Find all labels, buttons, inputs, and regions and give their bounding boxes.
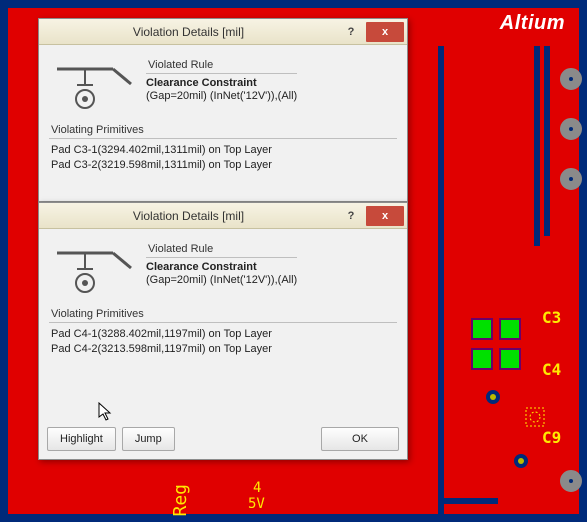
violation-details-dialog: Violation Details [mil] ? x Violated Rul… bbox=[38, 18, 408, 202]
rule-expression: (Gap=20mil) (InNet('12V')),(All) bbox=[146, 274, 297, 286]
dialog-title: Violation Details [mil] bbox=[39, 25, 338, 39]
pcb-smd-pad bbox=[471, 348, 493, 370]
primitive-item[interactable]: Pad C3-1(3294.402mil,1311mil) on Top Lay… bbox=[51, 143, 395, 158]
refdes-label: C3 bbox=[542, 308, 561, 327]
pcb-pad-hole bbox=[560, 470, 582, 492]
pcb-smd-pad bbox=[499, 318, 521, 340]
pcb-pad-hole bbox=[560, 68, 582, 90]
drc-marker-icon bbox=[524, 406, 546, 428]
pcb-trace bbox=[534, 46, 540, 246]
close-button[interactable]: x bbox=[366, 22, 404, 42]
rule-name: Clearance Constraint bbox=[146, 261, 297, 273]
rule-name: Clearance Constraint bbox=[146, 77, 297, 89]
pcb-smd-pad bbox=[471, 318, 493, 340]
clearance-rule-icon bbox=[51, 59, 136, 114]
dialog-titlebar[interactable]: Violation Details [mil] ? x bbox=[39, 203, 407, 229]
section-heading: Violated Rule bbox=[146, 59, 297, 74]
dialog-title: Violation Details [mil] bbox=[39, 209, 338, 223]
pcb-smd-pad bbox=[499, 348, 521, 370]
section-heading: Violating Primitives bbox=[49, 124, 397, 139]
section-heading: Violated Rule bbox=[146, 243, 297, 258]
pcb-pad-hole bbox=[560, 118, 582, 140]
jump-button[interactable]: Jump bbox=[122, 427, 175, 451]
refdes-label: C4 bbox=[542, 360, 561, 379]
designator-text: Reg bbox=[170, 484, 191, 517]
primitive-item[interactable]: Pad C4-1(3288.402mil,1197mil) on Top Lay… bbox=[51, 327, 395, 342]
pcb-via bbox=[514, 454, 528, 468]
ok-button[interactable]: OK bbox=[321, 427, 399, 451]
section-heading: Violating Primitives bbox=[49, 308, 397, 323]
pcb-via bbox=[486, 390, 500, 404]
pcb-trace bbox=[544, 46, 550, 236]
clearance-rule-icon bbox=[51, 243, 136, 298]
rule-expression: (Gap=20mil) (InNet('12V')),(All) bbox=[146, 90, 297, 102]
pcb-trace bbox=[438, 46, 444, 516]
refdes-label: C9 bbox=[542, 428, 561, 447]
dialog-titlebar[interactable]: Violation Details [mil] ? x bbox=[39, 19, 407, 45]
net-label: 4 bbox=[253, 480, 261, 496]
violation-details-dialog: Violation Details [mil] ? x Violated Rul… bbox=[38, 202, 408, 460]
primitive-item[interactable]: Pad C3-2(3219.598mil,1311mil) on Top Lay… bbox=[51, 158, 395, 173]
net-label: 5V bbox=[248, 496, 265, 512]
pcb-trace bbox=[438, 498, 498, 504]
close-button[interactable]: x bbox=[366, 206, 404, 226]
help-button[interactable]: ? bbox=[338, 22, 364, 42]
primitive-item[interactable]: Pad C4-2(3213.598mil,1197mil) on Top Lay… bbox=[51, 342, 395, 357]
pcb-pad-hole bbox=[560, 168, 582, 190]
brand-logo: Altium bbox=[500, 12, 565, 35]
help-button[interactable]: ? bbox=[338, 206, 364, 226]
highlight-button[interactable]: Highlight bbox=[47, 427, 116, 451]
